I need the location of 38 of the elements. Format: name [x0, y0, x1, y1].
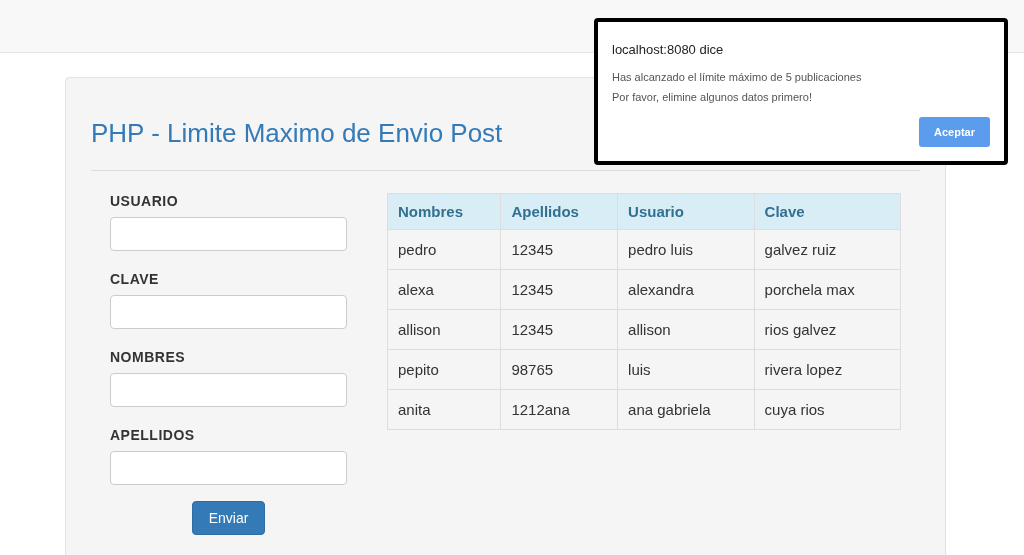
table-cell: ana gabriela — [617, 389, 755, 430]
submit-button[interactable]: Enviar — [191, 501, 266, 535]
table-cell: galvez ruiz — [754, 229, 901, 270]
column-header: Apellidos — [500, 193, 618, 230]
dialog-title: localhost:8080 dice — [612, 42, 725, 57]
accept-button[interactable]: Aceptar — [919, 117, 990, 147]
table-cell: anita — [387, 389, 501, 430]
input-field[interactable] — [110, 373, 347, 407]
table-cell: pepito — [387, 349, 501, 390]
dialog-message: Has alcanzado el límite máximo de 5 publicaciones — [612, 70, 863, 85]
dialog-message: Por favor, elimine algunos datos primero! — [612, 90, 813, 105]
field-label: NOMBRES — [110, 349, 187, 365]
column-header: Clave — [754, 193, 901, 230]
input-field[interactable] — [110, 295, 347, 329]
table-cell: 1212ana — [500, 389, 618, 430]
table-cell: allison — [387, 309, 501, 350]
table-cell: 12345 — [500, 309, 618, 350]
table-cell: alexa — [387, 269, 501, 310]
input-field[interactable] — [110, 451, 347, 485]
table-cell: 12345 — [500, 269, 618, 310]
table-cell: 98765 — [500, 349, 618, 390]
table-cell: porchela max — [754, 269, 901, 310]
table-cell: pedro — [387, 229, 501, 270]
field-label: USUARIO — [110, 193, 180, 209]
table-cell: luis — [617, 349, 755, 390]
table-cell: rios galvez — [754, 309, 901, 350]
column-header: Nombres — [387, 193, 501, 230]
field-label: CLAVE — [110, 271, 160, 287]
table-cell: allison — [617, 309, 755, 350]
column-header: Usuario — [617, 193, 755, 230]
table-cell: pedro luis — [617, 229, 755, 270]
field-label: APELLIDOS — [110, 427, 196, 443]
table-cell: cuya rios — [754, 389, 901, 430]
table-cell: 12345 — [500, 229, 618, 270]
table-cell: alexandra — [617, 269, 755, 310]
table-cell: rivera lopez — [754, 349, 901, 390]
input-field[interactable] — [110, 217, 347, 251]
page-title: PHP - Limite Maximo de Envio Post — [91, 117, 504, 150]
